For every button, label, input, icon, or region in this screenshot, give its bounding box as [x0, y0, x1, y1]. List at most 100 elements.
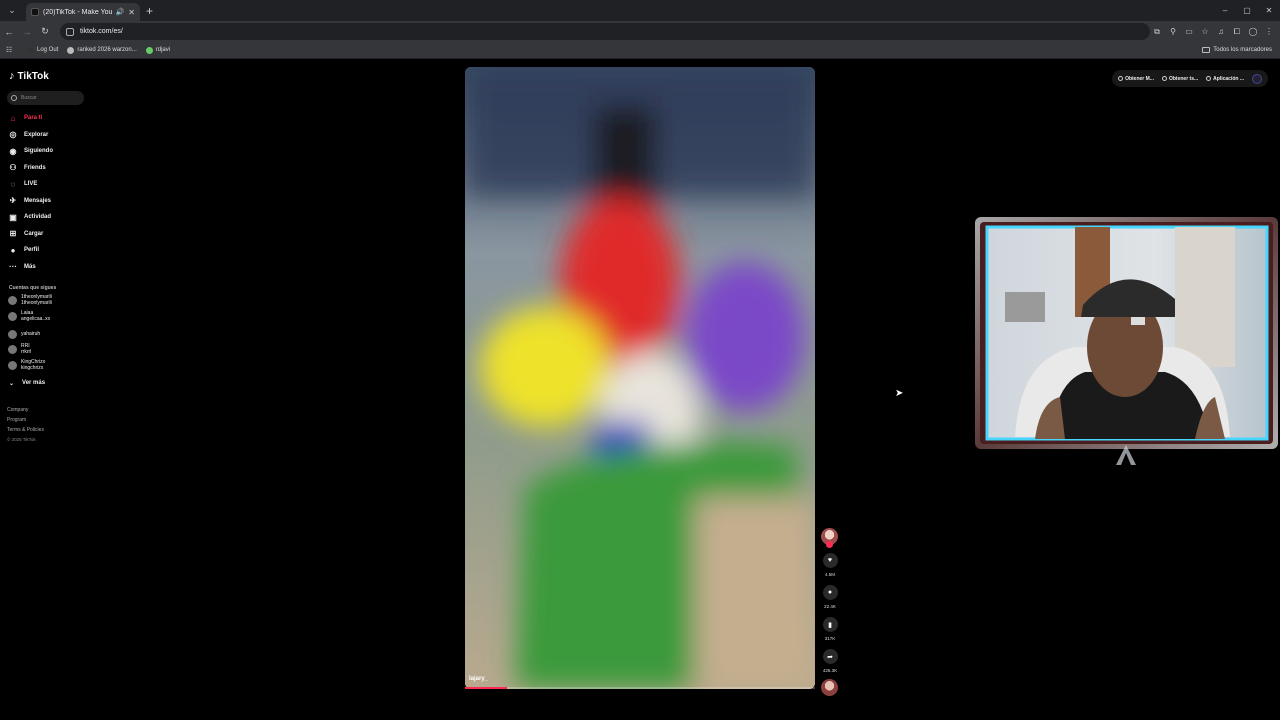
tab-close-icon[interactable]: ✕: [128, 8, 135, 17]
bookmark-icon[interactable]: ▮: [822, 617, 838, 632]
creator-avatar[interactable]: [821, 528, 838, 548]
save-action[interactable]: ▮ 317K: [820, 617, 840, 641]
see-more-button[interactable]: ⌄ Ver más: [9, 380, 45, 387]
browser-tabbar: ⌄ (20)TikTok - Make Your Day 🔊 ✕ + – ▢ ✕: [0, 0, 1280, 21]
maximize-button[interactable]: ▢: [1236, 0, 1258, 21]
nav-item-label: Siguiendo: [24, 148, 53, 155]
footer-program[interactable]: Program: [7, 415, 44, 425]
account-handle: 1theonlymarili: [21, 299, 52, 306]
tab-title: (20)TikTok - Make Your Day: [43, 8, 112, 16]
forward-button[interactable]: →: [18, 27, 36, 37]
video-progress-bar[interactable]: [465, 687, 815, 689]
share-icon[interactable]: ➦: [822, 649, 838, 664]
search-input[interactable]: Buscar: [7, 91, 84, 105]
tiktok-favicon-icon: [31, 8, 39, 16]
bookmark-rdjavi[interactable]: rdjavi: [145, 46, 170, 54]
recycle-icon: [145, 46, 153, 54]
bookmark-ranked[interactable]: ranked 2026 warzon...: [67, 46, 137, 54]
account-avatar: [8, 361, 17, 370]
zoom-icon[interactable]: ⚲: [1168, 27, 1178, 36]
following-list: 1theonlymarili 1theonlymarili Laiaa angelic…: [8, 294, 52, 376]
video-actions: ♥ 4.5M ● 22.4K ▮ 317K ➦ 426.3K: [820, 528, 840, 696]
audio-playing-icon[interactable]: 🔊: [116, 8, 125, 16]
nav-item-para-ti[interactable]: ⌂ Para ti: [8, 110, 53, 127]
reload-button[interactable]: ↻: [36, 26, 54, 37]
all-bookmarks[interactable]: Todos los marcadores: [1202, 42, 1272, 58]
browser-menu-icon[interactable]: ⋮: [1264, 27, 1274, 36]
tab-search-icon[interactable]: ⌄: [4, 3, 20, 19]
mouse-cursor-icon: ➤: [895, 388, 904, 399]
following-account[interactable]: yahairuh: [8, 330, 52, 339]
video-frame: [465, 67, 815, 689]
back-button[interactable]: ←: [0, 27, 18, 37]
chevron-down-icon: ⌄: [9, 381, 15, 387]
nav-item-m-s[interactable]: ··· Más: [8, 259, 53, 276]
account-handle: rrkrrl: [21, 348, 32, 355]
nav-item-actividad[interactable]: ▣ Actividad: [8, 209, 53, 226]
webcam-frame: [975, 217, 1278, 465]
tiktok-logo[interactable]: ♪ TikTok: [9, 70, 49, 82]
nav-item-cargar[interactable]: ⊞ Cargar: [8, 226, 53, 243]
cast-icon[interactable]: ▭: [1184, 27, 1194, 36]
get-coins-button[interactable]: Obtener M...: [1118, 76, 1154, 82]
following-account[interactable]: KingChrizx kingchrizx: [8, 359, 52, 371]
share-count: 426.3K: [822, 668, 838, 673]
nav-item-label: Para ti: [24, 115, 43, 122]
profile-icon: ●: [10, 245, 16, 255]
heart-icon[interactable]: ♥: [822, 553, 838, 568]
site-info-icon[interactable]: [66, 27, 74, 36]
new-tab-button[interactable]: +: [146, 4, 153, 18]
activity-icon: ▣: [9, 212, 17, 222]
sound-disc-avatar[interactable]: [821, 679, 838, 696]
share-action[interactable]: ➦ 426.3K: [820, 649, 840, 673]
comment-icon[interactable]: ●: [822, 585, 838, 600]
nav-item-live[interactable]: ◌ LIVE: [8, 176, 53, 193]
comment-action[interactable]: ● 22.4K: [820, 585, 840, 609]
download-icon: [1206, 76, 1212, 81]
get-app-button[interactable]: Obtener ts...: [1161, 76, 1198, 82]
nav-item-friends[interactable]: ⚇ Friends: [8, 160, 53, 177]
footer-terms[interactable]: Terms & Policies: [7, 425, 44, 435]
media-controls-icon[interactable]: ♫: [1216, 27, 1226, 36]
globe-icon: [67, 46, 75, 54]
main-nav: ⌂ Para ti ◎ Explorar ◉ Siguiendo ⚇ Friends ◌ LIVE…: [8, 110, 53, 275]
nav-item-siguiendo[interactable]: ◉ Siguiendo: [8, 143, 54, 160]
nav-item-explorar[interactable]: ◎ Explorar: [8, 127, 53, 144]
user-avatar[interactable]: [1252, 73, 1262, 84]
nav-item-perfil[interactable]: ● Perfil: [8, 242, 53, 259]
address-bar[interactable]: tiktok.com/es/: [60, 23, 1150, 40]
nav-item-mensajes[interactable]: ✈ Mensajes: [8, 193, 53, 210]
follow-plus-icon[interactable]: [826, 541, 833, 548]
footer-company[interactable]: Company: [7, 405, 44, 415]
close-window-button[interactable]: ✕: [1258, 0, 1280, 21]
nav-item-label: Mensajes: [24, 197, 52, 204]
like-action[interactable]: ♥ 4.5M: [820, 553, 840, 577]
apps-grid-icon[interactable]: ☷: [0, 46, 18, 54]
profile-avatar-icon[interactable]: ◯: [1248, 27, 1258, 36]
bookmarks-bar: ☷ Log Out ranked 2026 warzon... rdjavi T…: [0, 42, 1280, 59]
tiktok-sidebar: ♪ TikTok Buscar ⌂ Para ti ◎ Explorar ◉ Siguie…: [0, 62, 100, 462]
video-player[interactable]: [465, 67, 815, 689]
browser-tab[interactable]: (20)TikTok - Make Your Day 🔊 ✕: [26, 3, 140, 21]
nav-item-label: Más: [24, 263, 36, 270]
minimize-button[interactable]: –: [1214, 0, 1236, 21]
webcam-overlay: [975, 217, 1278, 465]
extensions-icon[interactable]: ⧠: [1232, 27, 1242, 37]
following-account[interactable]: Laiaa angelicaa..xx: [8, 310, 52, 322]
app-button[interactable]: Aplicación ...: [1206, 76, 1244, 82]
account-avatar: [8, 312, 17, 321]
bookmark-star-icon[interactable]: ☆: [1200, 27, 1210, 36]
messages-icon: ✈: [9, 196, 17, 206]
account-avatar: [8, 345, 17, 354]
top-right-actions: Obtener M... Obtener ts... Aplicación ..…: [1112, 70, 1268, 87]
video-author[interactable]: lajary_: [469, 676, 488, 682]
account-avatar: [8, 330, 17, 339]
account-name: yahairuh: [21, 330, 41, 337]
account-avatar: [8, 296, 17, 305]
home-icon: ⌂: [10, 113, 16, 123]
bookmark-logout[interactable]: Log Out: [27, 46, 58, 54]
compass-icon: ◎: [9, 130, 17, 140]
following-account[interactable]: RRI rrkrrl: [8, 343, 52, 355]
following-account[interactable]: 1theonlymarili 1theonlymarili: [8, 294, 52, 306]
translate-icon[interactable]: ⧉: [1152, 27, 1162, 37]
